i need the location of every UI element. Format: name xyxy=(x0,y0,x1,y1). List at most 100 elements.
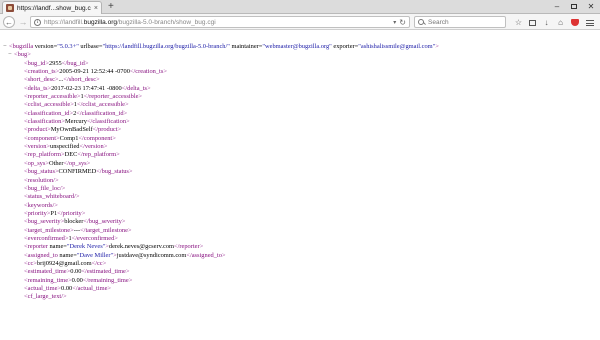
xml-open-tag: <rep_platform> xyxy=(24,151,65,159)
xml-close-tag: </version> xyxy=(79,143,108,151)
search-icon xyxy=(418,18,425,26)
xml-field-line: <actual_time>0.00</actual_time> xyxy=(0,285,600,293)
browser-tab[interactable]: https://landf...show_bug.cgi × xyxy=(2,1,102,14)
xml-tag: </reporter> xyxy=(174,243,204,251)
xml-value: derek.neves@gcserv.com xyxy=(108,243,174,251)
search-input[interactable] xyxy=(428,18,498,26)
xml-value: 2955 xyxy=(48,59,62,67)
xml-field-line: <priority>P1</priority> xyxy=(0,210,600,218)
xml-attr-value: "5.0.3+" xyxy=(57,43,79,50)
xml-close-tag: </remaining_time> xyxy=(82,276,133,284)
xml-close-tag: </bug_severity> xyxy=(83,218,126,226)
xml-field-line: <product>MyOwnBadSelf</product> xyxy=(0,126,600,134)
xml-value: Comp1 xyxy=(59,134,79,142)
xml-open-tag: <resolution/> xyxy=(24,176,59,184)
url-text[interactable]: https://landfill.bugzilla.org/bugzilla-5… xyxy=(44,19,390,26)
xml-tree: − <bugzilla version="5.0.3+" urlbase="htt… xyxy=(0,43,600,302)
xml-field-line: <rep_platform>DEC</rep_platform> xyxy=(0,151,600,159)
xml-tag: <bugzilla xyxy=(9,43,35,50)
xml-open-tag: <op_sys> xyxy=(24,159,49,167)
xml-close-tag: </cc> xyxy=(91,259,107,267)
xml-field-line: <bug_file_loc/> xyxy=(0,185,600,193)
xml-close-tag: </rep_platform> xyxy=(77,151,120,159)
xml-attr-name: maintainer= xyxy=(229,43,263,50)
xml-field-line: <op_sys>Other</op_sys> xyxy=(0,160,600,168)
maximize-icon xyxy=(571,3,577,9)
xml-value: justdave@syndicomm.com xyxy=(116,251,187,259)
xml-close-tag: </classification_id> xyxy=(76,109,128,117)
xml-close-tag: </target_milestone> xyxy=(80,226,132,234)
xml-close-tag: </bug_status> xyxy=(96,168,133,176)
xml-attr-name: exporter= xyxy=(331,43,359,50)
reload-icon[interactable]: ↻ xyxy=(399,18,406,27)
xml-field-line: <version>unspecified</version> xyxy=(0,143,600,151)
bookmark-star-icon[interactable]: ☆ xyxy=(513,17,524,28)
xml-open-tag: <remaining_time> xyxy=(24,276,72,284)
xml-value: 2017-02-23 17:47:41 -0800 xyxy=(51,84,122,92)
url-path: /bugzilla-5.0-branch/show_bug.cgi xyxy=(117,18,216,26)
xml-open-tag: <component> xyxy=(24,134,60,142)
xml-value: CONFIRMED xyxy=(58,168,97,176)
xml-open-tag: <bug_file_loc/> xyxy=(24,184,66,192)
xml-field-line: <classification_id>2</classification_id> xyxy=(0,110,600,118)
xml-value: MyOwnBadSelf xyxy=(50,126,93,134)
xml-field-line: <status_whiteboard/> xyxy=(0,193,600,201)
xml-close-tag: </product> xyxy=(92,126,122,134)
xml-open-tag: <priority> xyxy=(24,209,51,217)
xml-tag: > xyxy=(435,43,439,50)
xml-close-tag: </bug_id> xyxy=(61,59,89,67)
minimize-button[interactable]: – xyxy=(548,0,566,12)
site-info-icon[interactable]: i xyxy=(34,18,41,26)
xml-root-line: − <bugzilla version="5.0.3+" urlbase="htt… xyxy=(0,43,600,51)
xml-close-tag: </component> xyxy=(78,134,116,142)
xml-field-line: <cf_large_text/> xyxy=(0,293,600,301)
search-bar[interactable] xyxy=(414,16,506,28)
xml-open-tag: <everconfirmed> xyxy=(24,234,69,242)
back-button[interactable]: ← xyxy=(3,16,15,28)
xml-attr-name: name= xyxy=(59,251,77,259)
xml-open-tag: <status_whiteboard/> xyxy=(24,193,80,201)
xml-tag: <assigned_to xyxy=(24,251,60,259)
url-domain: bugzilla.org xyxy=(83,18,117,26)
xml-tag: </assigned_to> xyxy=(186,251,226,259)
home-icon[interactable]: ⌂ xyxy=(555,17,566,28)
xml-value: brij0924@gmail.com xyxy=(36,259,92,267)
pocket-icon[interactable] xyxy=(569,17,580,28)
xml-field-line: <remaining_time>0.00</remaining_time> xyxy=(0,277,600,285)
xml-attr-name: version= xyxy=(34,43,58,50)
maximize-button[interactable] xyxy=(565,0,583,12)
xml-field-line: <classification>Mercury</classification> xyxy=(0,118,600,126)
bugzilla-favicon-icon xyxy=(6,4,14,12)
new-tab-button[interactable]: + xyxy=(108,1,114,13)
xml-open-tag: <classification> xyxy=(24,118,65,126)
xml-value: 0.00 xyxy=(71,276,83,284)
xml-close-tag: </estimated_time> xyxy=(81,268,130,276)
xml-open-tag: <keywords/> xyxy=(24,201,58,209)
xml-field-line: <creation_ts>2005-09-21 12:52:44 -0700</… xyxy=(0,68,600,76)
forward-button[interactable]: → xyxy=(17,16,29,28)
address-bar[interactable]: i https://landfill.bugzilla.org/bugzilla… xyxy=(30,16,410,28)
close-window-button[interactable]: ✕ xyxy=(582,0,600,12)
xml-close-tag: </priority> xyxy=(57,209,86,217)
hamburger-menu-icon[interactable] xyxy=(584,17,595,28)
xml-attr-value: "https://landfill.bugzilla.org/bugzilla-… xyxy=(102,43,230,50)
xml-value: Mercury xyxy=(64,118,87,126)
xml-tag: <bug> xyxy=(14,51,31,59)
xml-open-tag: <creation_ts> xyxy=(24,68,60,76)
xml-open-tag: <short_desc> xyxy=(24,76,59,84)
xml-value: DEC xyxy=(64,151,78,159)
xml-close-tag: </reporter_accessible> xyxy=(83,93,143,101)
xml-open-tag: <delta_ts> xyxy=(24,84,52,92)
url-dropdown-icon[interactable]: ▾ xyxy=(393,19,396,26)
xml-close-tag: </short_desc> xyxy=(63,76,100,84)
tab-close-icon[interactable]: × xyxy=(94,5,98,12)
download-icon[interactable]: ↓ xyxy=(541,17,552,28)
xml-field-line: <keywords/> xyxy=(0,202,600,210)
xml-attr-value: "Dave Miller" xyxy=(76,251,114,259)
reading-list-icon[interactable] xyxy=(527,17,538,28)
pocket-shape xyxy=(570,19,579,26)
xml-open-tag: <version> xyxy=(24,143,51,151)
xml-field-line: <cclist_accessible>1</cclist_accessible> xyxy=(0,101,600,109)
xml-reporter-line: <reporter name="Derek Neves">derek.neves… xyxy=(0,243,600,251)
xml-open-tag: <bug_severity> xyxy=(24,218,65,226)
